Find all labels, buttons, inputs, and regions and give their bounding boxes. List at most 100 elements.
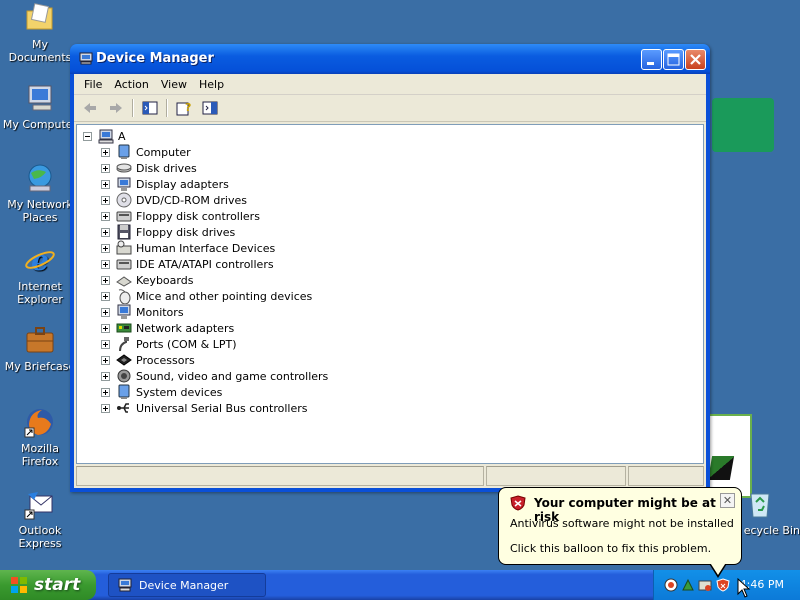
expand-toggle[interactable] bbox=[101, 179, 110, 189]
expand-toggle[interactable] bbox=[101, 307, 110, 317]
desktop-icon-firefox[interactable]: Mozilla Firefox bbox=[2, 406, 78, 468]
desktop-icon-internet-explorer[interactable]: e Internet Explorer bbox=[2, 244, 78, 306]
tree-root-label: A bbox=[118, 129, 126, 143]
tree-item[interactable]: Ports (COM & LPT) bbox=[101, 336, 237, 352]
device-manager-icon bbox=[79, 52, 93, 65]
menu-view[interactable]: View bbox=[157, 78, 195, 91]
tree-item[interactable]: Processors bbox=[101, 352, 195, 368]
balloon-close-button[interactable]: ✕ bbox=[720, 493, 735, 508]
show-hide-console-tree-button[interactable] bbox=[140, 98, 160, 118]
tree-item[interactable]: DVD/CD-ROM drives bbox=[101, 192, 247, 208]
expand-toggle[interactable] bbox=[101, 355, 110, 365]
desktop-icon-label: My Briefcase bbox=[4, 360, 76, 373]
desktop-icon-my-computer[interactable]: My Computer bbox=[2, 82, 78, 131]
tree-item-label: Floppy disk drives bbox=[136, 225, 236, 239]
expand-toggle[interactable] bbox=[101, 211, 110, 221]
expand-toggle[interactable] bbox=[101, 275, 110, 285]
tree-item[interactable]: Computer bbox=[101, 144, 191, 160]
mouse-icon bbox=[118, 289, 131, 304]
menu-file[interactable]: File bbox=[80, 78, 110, 91]
collapse-toggle[interactable] bbox=[83, 131, 92, 141]
tree-item-label: Network adapters bbox=[136, 321, 235, 335]
ide-controller-icon bbox=[116, 259, 132, 270]
tree-item[interactable]: Mice and other pointing devices bbox=[101, 288, 312, 304]
security-center-shield-icon[interactable] bbox=[716, 578, 730, 592]
tree-item[interactable]: Human Interface Devices bbox=[101, 240, 275, 256]
device-manager-window[interactable]: Device Manager File Action View Help ? A… bbox=[70, 44, 710, 492]
menu-action[interactable]: Action bbox=[110, 78, 156, 91]
sound-icon bbox=[117, 369, 131, 383]
back-arrow-icon bbox=[84, 103, 96, 113]
toolbar-separator bbox=[132, 99, 134, 117]
tree-item-label: Display adapters bbox=[136, 177, 229, 191]
tree-item-label: Human Interface Devices bbox=[136, 241, 276, 255]
desktop-background-element bbox=[712, 98, 774, 152]
tree-item[interactable]: Floppy disk controllers bbox=[101, 208, 260, 224]
tree-item-label: System devices bbox=[136, 385, 223, 399]
expand-toggle[interactable] bbox=[101, 291, 110, 301]
tree-item[interactable]: Network adapters bbox=[101, 320, 234, 336]
computer-icon bbox=[118, 144, 130, 159]
balloon-tail bbox=[709, 561, 727, 575]
tree-item-label: Monitors bbox=[136, 305, 184, 319]
tree-item[interactable]: IDE ATA/ATAPI controllers bbox=[101, 256, 274, 272]
monitor-icon bbox=[117, 304, 131, 319]
expand-toggle[interactable] bbox=[101, 195, 110, 205]
desktop-icon-briefcase[interactable]: My Briefcase bbox=[2, 324, 78, 373]
tree-item[interactable]: Keyboards bbox=[101, 272, 193, 288]
desktop-icon-outlook-express[interactable]: Outlook Express bbox=[2, 488, 78, 550]
expand-toggle[interactable] bbox=[101, 403, 110, 413]
title-bar[interactable]: Device Manager bbox=[70, 44, 710, 74]
back-button[interactable] bbox=[80, 98, 100, 118]
properties-help-button[interactable]: ? bbox=[174, 98, 194, 118]
recycle-bin-icon bbox=[744, 488, 776, 520]
menu-help[interactable]: Help bbox=[195, 78, 232, 91]
tree-item[interactable]: Disk drives bbox=[101, 160, 197, 176]
toolbar: ? bbox=[74, 95, 706, 122]
maximize-button[interactable] bbox=[663, 49, 684, 70]
security-balloon[interactable]: Your computer might be at risk Antivirus… bbox=[498, 487, 742, 565]
start-label: start bbox=[34, 575, 81, 595]
display-adapter-icon bbox=[117, 177, 131, 191]
minimize-icon bbox=[647, 62, 654, 65]
floppy-controller-icon bbox=[116, 211, 132, 222]
expand-toggle[interactable] bbox=[101, 163, 110, 173]
network-tray-icon[interactable] bbox=[664, 578, 678, 592]
device-manager-icon bbox=[118, 578, 132, 592]
tree-item[interactable]: Floppy disk drives bbox=[101, 224, 235, 240]
taskbar-button-device-manager[interactable]: Device Manager bbox=[108, 573, 266, 597]
tree-root-computer[interactable]: A bbox=[83, 128, 126, 144]
help-icon: ? bbox=[176, 101, 191, 116]
device-tree[interactable]: A Computer Disk drives Display adapters bbox=[76, 124, 704, 464]
desktop-icon-my-documents[interactable]: My Documents bbox=[2, 2, 78, 64]
expand-toggle[interactable] bbox=[101, 227, 110, 237]
tree-item-label: Keyboards bbox=[136, 273, 194, 287]
tree-item[interactable]: Sound, video and game controllers bbox=[101, 368, 328, 384]
expand-toggle[interactable] bbox=[101, 259, 110, 269]
expand-toggle[interactable] bbox=[101, 323, 110, 333]
tree-item[interactable]: Display adapters bbox=[101, 176, 229, 192]
close-button[interactable] bbox=[685, 49, 706, 70]
disk-drive-icon bbox=[116, 163, 132, 173]
start-button[interactable]: start bbox=[0, 570, 96, 600]
processor-icon bbox=[116, 354, 132, 366]
expand-toggle[interactable] bbox=[101, 387, 110, 397]
minimize-button[interactable] bbox=[641, 49, 662, 70]
action-pane-icon bbox=[202, 101, 218, 115]
desktop-icon-label: My Documents bbox=[8, 38, 72, 64]
network-places-icon bbox=[24, 162, 56, 194]
safely-remove-tray-icon[interactable] bbox=[698, 578, 712, 592]
tree-item[interactable]: Monitors bbox=[101, 304, 184, 320]
hid-icon bbox=[116, 240, 132, 255]
show-hide-action-pane-button[interactable] bbox=[200, 98, 220, 118]
tree-item[interactable]: Universal Serial Bus controllers bbox=[101, 400, 307, 416]
expand-toggle[interactable] bbox=[101, 371, 110, 381]
expand-toggle[interactable] bbox=[101, 243, 110, 253]
expand-toggle[interactable] bbox=[101, 339, 110, 349]
menu-bar: File Action View Help bbox=[74, 74, 706, 95]
tree-item[interactable]: System devices bbox=[101, 384, 222, 400]
desktop-icon-network-places[interactable]: My Network Places bbox=[2, 162, 78, 224]
forward-button[interactable] bbox=[106, 98, 126, 118]
expand-toggle[interactable] bbox=[101, 147, 110, 157]
update-tray-icon[interactable] bbox=[681, 578, 695, 592]
